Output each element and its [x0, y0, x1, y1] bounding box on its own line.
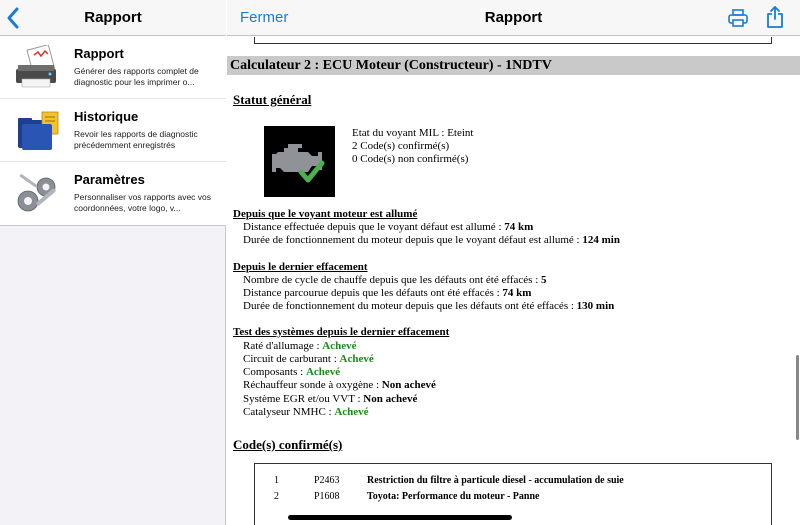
sidebar-item-description: Générer des rapports complet de diagnost…: [74, 66, 199, 87]
info-row: Nombre de cycle de chauffe depuis que le…: [243, 274, 547, 286]
status-badge: Non achevé: [381, 379, 436, 391]
tests-title: Test des systèmes depuis le dernier effa…: [233, 326, 450, 338]
sidebar-item-historique[interactable]: Historique Revoir les rapports de diagno…: [0, 99, 226, 162]
folder-history-icon: [12, 108, 64, 154]
share-icon[interactable]: [766, 5, 784, 29]
code-id: P1608: [314, 491, 340, 502]
confirmed-count: 2 Code(s) confirmé(s): [352, 140, 450, 152]
home-indicator[interactable]: [288, 515, 512, 520]
engine-check-icon: [264, 126, 335, 197]
scrollbar[interactable]: [796, 355, 799, 440]
sidebar: Rapport Rapport Générer des rapports com…: [0, 0, 226, 525]
sidebar-item-description: Personnaliser vos rapports avec vos coor…: [74, 192, 212, 213]
test-row: Réchauffeur sonde à oxygène : Non achevé: [243, 379, 436, 391]
unconfirmed-count: 0 Code(s) non confirmé(s): [352, 153, 469, 165]
status-badge: Achevé: [334, 406, 369, 418]
test-row: Circuit de carburant : Achevé: [243, 353, 374, 365]
code-number: 2: [274, 491, 279, 502]
sidebar-item-label: Rapport: [74, 46, 124, 61]
status-badge: Achevé: [322, 340, 357, 352]
sidebar-item-parametres[interactable]: Paramètres Personnaliser vos rapports av…: [0, 162, 226, 225]
sidebar-item-description: Revoir les rapports de diagnostic précéd…: [74, 129, 198, 150]
main-navbar: Fermer Rapport: [227, 0, 800, 36]
sidebar-title: Rapport: [84, 9, 142, 26]
test-row: Composants : Achevé: [243, 366, 341, 378]
printer-icon[interactable]: [727, 8, 749, 28]
info-row: Durée de fonctionnement du moteur depuis…: [243, 300, 615, 312]
gears-settings-icon: [12, 171, 64, 217]
sidebar-item-label: Paramètres: [74, 172, 145, 187]
code-id: P2463: [314, 475, 340, 486]
code-description: Toyota: Performance du moteur - Panne: [367, 491, 540, 502]
code-number: 1: [274, 475, 279, 486]
previous-section-box: [254, 37, 772, 44]
info-row: Distance effectuée depuis que le voyant …: [243, 221, 534, 233]
info-row: Distance parcourue depuis que les défaut…: [243, 287, 532, 299]
mil-status: Etat du voyant MIL : Eteint: [352, 127, 474, 139]
since-mil-title: Depuis que le voyant moteur est allumé: [233, 208, 418, 220]
page-title: Rapport: [484, 9, 543, 26]
test-row: Système EGR et/ou VVT : Non achevé: [243, 393, 418, 405]
report-printer-icon: [12, 43, 64, 91]
report-content[interactable]: Calculateur 2 : ECU Moteur (Constructeur…: [227, 37, 800, 525]
status-badge: Achevé: [339, 353, 374, 365]
sidebar-menu: Rapport Générer des rapports complet de …: [0, 36, 226, 226]
codes-title: Code(s) confirmé(s): [233, 437, 343, 452]
sidebar-item-rapport[interactable]: Rapport Générer des rapports complet de …: [0, 36, 226, 99]
sidebar-item-label: Historique: [74, 109, 139, 124]
section-title: Calculateur 2 : ECU Moteur (Constructeur…: [227, 56, 800, 75]
test-row: Raté d'allumage : Achevé: [243, 340, 357, 352]
info-row: Durée de fonctionnement du moteur depuis…: [243, 234, 620, 246]
sidebar-navbar: Rapport: [0, 0, 226, 36]
status-title: Statut général: [233, 92, 312, 107]
test-row: Catalyseur NMHC : Achevé: [243, 406, 369, 418]
status-badge: Non achevé: [363, 393, 418, 405]
since-clear-title: Depuis le dernier effacement: [233, 261, 368, 273]
code-description: Restriction du filtre à particule diesel…: [367, 475, 624, 486]
status-badge: Achevé: [305, 366, 341, 378]
